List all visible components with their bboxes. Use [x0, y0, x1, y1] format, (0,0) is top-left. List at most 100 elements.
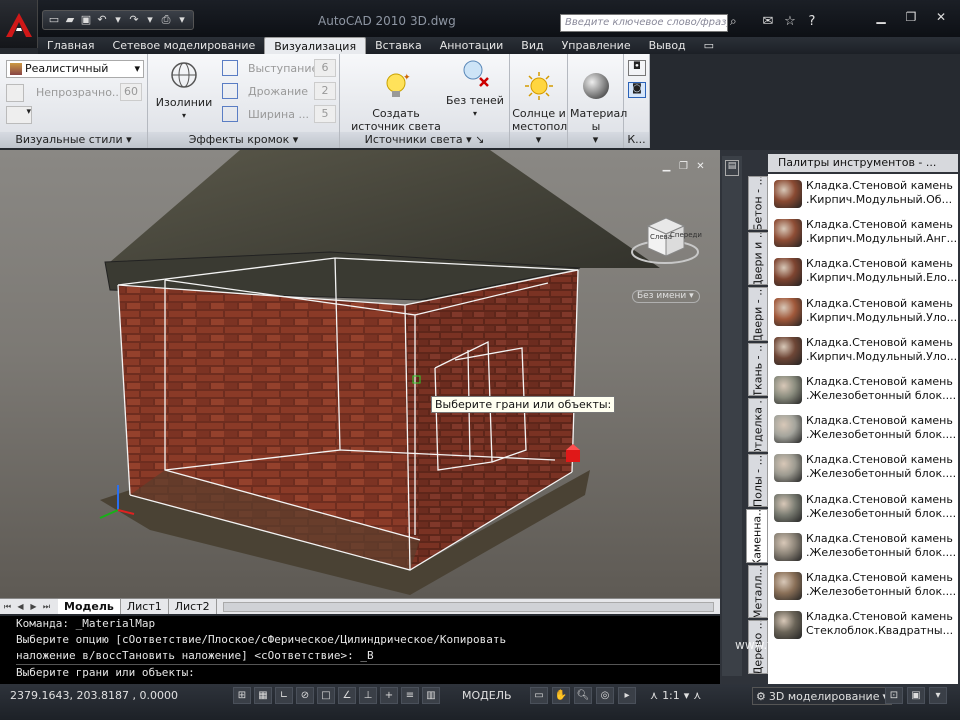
- osnap-icon[interactable]: □: [317, 687, 335, 704]
- annotation-scale-icon[interactable]: ⋏: [650, 689, 658, 702]
- binoculars-icon[interactable]: ⌕: [730, 14, 746, 32]
- named-view-dropdown[interactable]: Без имени ▾: [632, 290, 700, 303]
- palette-tab[interactable]: Отделка ...: [748, 398, 768, 452]
- close-icon[interactable]: ✕: [932, 10, 950, 24]
- ribbon-tab[interactable]: Вставка: [366, 37, 431, 54]
- dyn-icon[interactable]: +: [380, 687, 398, 704]
- render-camera-icon[interactable]: ◙: [628, 82, 646, 98]
- first-tab-icon[interactable]: ⏮: [2, 601, 13, 612]
- material-item[interactable]: Кладка.Стеновой камень .Железобетонный бл…: [768, 488, 958, 527]
- isolines-button[interactable]: Изолинии ▾: [154, 60, 214, 122]
- steering-wheel-icon[interactable]: ◎: [596, 687, 614, 704]
- ducs-icon[interactable]: ⊥: [359, 687, 377, 704]
- face-color-icon[interactable]: ▾: [6, 106, 32, 124]
- material-item[interactable]: Кладка.Стеновой камень .Железобетонный бл…: [768, 527, 958, 566]
- jitter-icon[interactable]: [222, 83, 238, 99]
- horizontal-scrollbar[interactable]: [222, 601, 714, 612]
- ribbon-tab[interactable]: Вывод: [640, 37, 695, 54]
- palette-tab[interactable]: Двери и ...: [748, 231, 768, 286]
- qat-menu-icon[interactable]: ▾: [175, 13, 189, 27]
- panel-label-visual-styles[interactable]: Визуальные стили ▾: [0, 132, 147, 148]
- qp-icon[interactable]: ▥: [422, 687, 440, 704]
- viewcube[interactable]: Слева Спереди: [630, 208, 702, 268]
- palette-tab[interactable]: Полы - ...: [748, 453, 768, 508]
- status-menu-icon[interactable]: ▾: [929, 687, 947, 704]
- palette-tab[interactable]: Каменна...: [746, 509, 768, 563]
- edge-width-icon[interactable]: [222, 106, 238, 122]
- next-tab-icon[interactable]: ▶: [28, 601, 39, 612]
- undo-dropdown-icon[interactable]: ▾: [111, 13, 125, 27]
- layout-icon[interactable]: ▭: [530, 687, 548, 704]
- favorites-icon[interactable]: ☆: [782, 14, 798, 30]
- opacity-value[interactable]: 60: [120, 83, 142, 101]
- ribbon-tab[interactable]: Управление: [553, 37, 640, 54]
- material-item[interactable]: Кладка.Стеновой камень .Железобетонный бл…: [768, 370, 958, 409]
- xray-icon[interactable]: [6, 84, 24, 102]
- material-item[interactable]: Кладка.Стеновой камень .Кирпич.Модульный.…: [768, 252, 958, 291]
- no-shadows-button[interactable]: Без теней ▾: [446, 58, 504, 120]
- chevron-down-icon[interactable]: ▾: [684, 689, 690, 702]
- panel-label-lights[interactable]: Источники света ▾ ↘: [340, 132, 509, 148]
- polar-icon[interactable]: ⊘: [296, 687, 314, 704]
- palette-tab[interactable]: Металл...: [748, 564, 768, 619]
- panel-label-materials[interactable]: ▾: [568, 132, 623, 148]
- overhang-value[interactable]: 6: [314, 59, 336, 77]
- prev-tab-icon[interactable]: ◀: [15, 601, 26, 612]
- panel-label-camera[interactable]: К...: [624, 132, 649, 148]
- ribbon-tab[interactable]: Визуализация: [264, 37, 367, 54]
- lock-icon[interactable]: ⊡: [885, 687, 903, 704]
- redo-icon[interactable]: ↷: [127, 13, 141, 27]
- vp-close-icon[interactable]: ✕: [694, 160, 707, 173]
- palette-title[interactable]: Палитры инструментов - ...: [768, 154, 958, 172]
- layout-tab[interactable]: Лист1: [121, 599, 169, 614]
- ribbon-tab[interactable]: Аннотации: [431, 37, 513, 54]
- showmotion-icon[interactable]: ▸: [618, 687, 636, 704]
- ribbon-tab[interactable]: Сетевое моделирование: [104, 37, 265, 54]
- open-icon[interactable]: ▰: [63, 13, 77, 27]
- redo-dropdown-icon[interactable]: ▾: [143, 13, 157, 27]
- hardware-acceleration-icon[interactable]: ▣: [907, 687, 925, 704]
- annotation-scale[interactable]: 1:1: [662, 689, 680, 702]
- help-search-input[interactable]: Введите ключевое слово/фразу: [560, 14, 728, 32]
- minimize-icon[interactable]: ▁: [872, 10, 890, 24]
- material-item[interactable]: Кладка.Стеновой камень .Кирпич.Модульный.…: [768, 331, 958, 370]
- palette-properties-icon[interactable]: ▤: [725, 160, 739, 176]
- layout-tab[interactable]: Лист2: [169, 599, 217, 614]
- material-item[interactable]: Кладка.Стеновой камень .Железобетонный бл…: [768, 409, 958, 448]
- pan-icon[interactable]: ✋: [552, 687, 570, 704]
- new-icon[interactable]: ▭: [47, 13, 61, 27]
- ribbon-tab[interactable]: Вид: [512, 37, 552, 54]
- vp-minimize-icon[interactable]: ▁: [660, 160, 673, 173]
- help-icon[interactable]: ?: [804, 14, 820, 30]
- last-tab-icon[interactable]: ⏭: [41, 601, 52, 612]
- material-item[interactable]: Кладка.Стеновой камень .Железобетонный бл…: [768, 566, 958, 605]
- overhang-icon[interactable]: [222, 60, 238, 76]
- save-icon[interactable]: ▣: [79, 13, 93, 27]
- ribbon-minimize-icon[interactable]: ▭: [695, 37, 723, 54]
- material-item[interactable]: Кладка.Стеновой камень .Кирпич.Модульный.…: [768, 292, 958, 331]
- material-item[interactable]: Кладка.Стеновой камень .Железобетонный бл…: [768, 448, 958, 487]
- material-item[interactable]: Кладка.Стеновой камень .Кирпич.Модульный.…: [768, 174, 958, 213]
- vp-restore-icon[interactable]: ❐: [677, 160, 690, 173]
- panel-label-sun[interactable]: ▾: [510, 132, 567, 148]
- autocad-logo-icon[interactable]: [0, 0, 38, 48]
- communication-center-icon[interactable]: ✉: [760, 14, 776, 30]
- restore-icon[interactable]: ❐: [902, 10, 920, 24]
- palette-tab[interactable]: Ткань - ...: [748, 342, 768, 397]
- model-space-button[interactable]: МОДЕЛЬ: [462, 689, 512, 702]
- panel-label-edge-effects[interactable]: Эффекты кромок ▾: [148, 132, 339, 148]
- zoom-icon[interactable]: 🔍︎: [574, 687, 592, 704]
- layout-tab[interactable]: Модель: [58, 599, 121, 614]
- snap-icon[interactable]: ⊞: [233, 687, 251, 704]
- otrack-icon[interactable]: ∠: [338, 687, 356, 704]
- lineweight-icon[interactable]: ≡: [401, 687, 419, 704]
- palette-tab[interactable]: Двери - ...: [748, 287, 768, 341]
- ribbon-tab[interactable]: Главная: [38, 37, 104, 54]
- camera-icon[interactable]: ◘: [628, 60, 646, 76]
- grid-icon[interactable]: ▦: [254, 687, 272, 704]
- annotation-visibility-icon[interactable]: ⋏: [693, 689, 701, 702]
- command-input[interactable]: Выберите грани или объекты:: [16, 664, 720, 681]
- visual-style-select[interactable]: Реалистичный ▾: [6, 60, 144, 78]
- material-item[interactable]: Кладка.Стеновой камень .Кирпич.Модульный.…: [768, 213, 958, 252]
- undo-icon[interactable]: ↶: [95, 13, 109, 27]
